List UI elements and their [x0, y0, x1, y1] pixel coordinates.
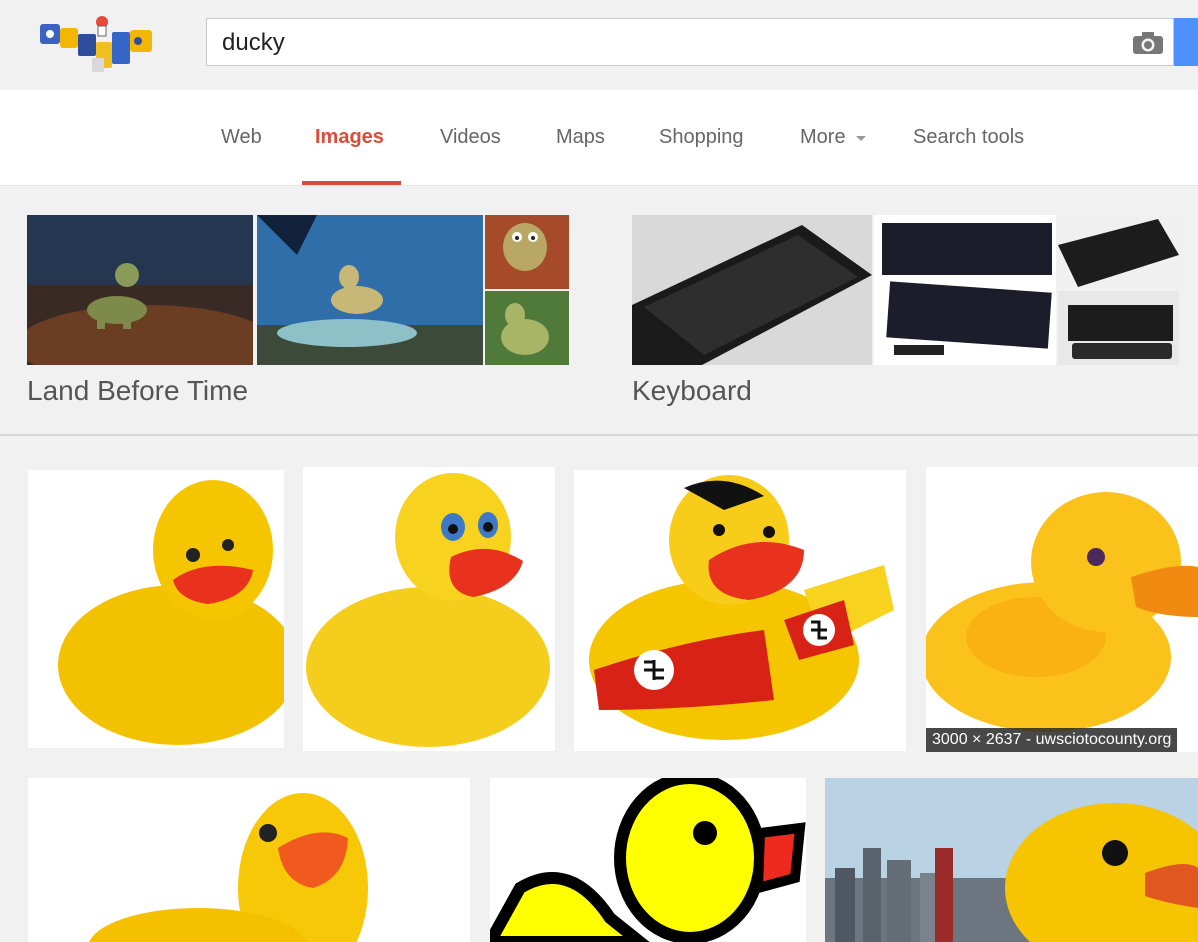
tab-more[interactable]: More	[800, 126, 846, 149]
related-label-keyboard[interactable]: Keyboard	[632, 375, 752, 407]
related-label-land-before-time[interactable]: Land Before Time	[27, 375, 248, 407]
chevron-down-icon	[856, 136, 866, 141]
camera-icon[interactable]	[1132, 31, 1164, 55]
related-thumb-land-4[interactable]	[485, 291, 569, 365]
image-result[interactable]	[574, 470, 906, 751]
related-thumb-land-1[interactable]	[27, 215, 253, 365]
header: ducky	[0, 0, 1198, 90]
google-doodle-logo[interactable]	[38, 12, 160, 78]
tab-web[interactable]: Web	[221, 126, 262, 149]
image-result[interactable]	[303, 467, 555, 751]
related-thumb-land-2[interactable]	[257, 215, 483, 365]
image-result[interactable]	[28, 470, 284, 748]
tab-images[interactable]: Images	[315, 126, 384, 149]
section-divider	[0, 434, 1198, 436]
search-button[interactable]	[1174, 18, 1198, 66]
search-query[interactable]: ducky	[222, 29, 285, 57]
related-thumb-keyboard-4[interactable]	[1058, 291, 1179, 365]
tab-shopping[interactable]: Shopping	[659, 126, 744, 149]
related-thumb-keyboard-1[interactable]	[632, 215, 872, 365]
tab-videos[interactable]: Videos	[440, 126, 501, 149]
related-thumb-keyboard-3[interactable]	[1058, 215, 1179, 289]
related-thumb-keyboard-2[interactable]	[874, 215, 1056, 365]
related-thumb-land-3[interactable]	[485, 215, 569, 289]
image-result[interactable]	[825, 778, 1198, 942]
image-result[interactable]	[28, 778, 470, 942]
search-tools-button[interactable]: Search tools	[913, 126, 1024, 149]
image-result[interactable]	[490, 778, 806, 942]
search-input[interactable]: ducky	[206, 18, 1174, 66]
image-info-overlay: 3000 × 2637 - uwsciotocounty.org	[926, 728, 1178, 752]
active-tab-indicator	[302, 181, 401, 185]
search-type-tabs: Web Images Videos Maps Shopping More Sea…	[0, 90, 1198, 186]
image-result[interactable]: 3000 × 2637 - uwsciotocounty.org	[926, 467, 1198, 752]
tab-maps[interactable]: Maps	[556, 126, 605, 149]
related-searches: Land Before Time Keyboard	[0, 187, 1198, 435]
